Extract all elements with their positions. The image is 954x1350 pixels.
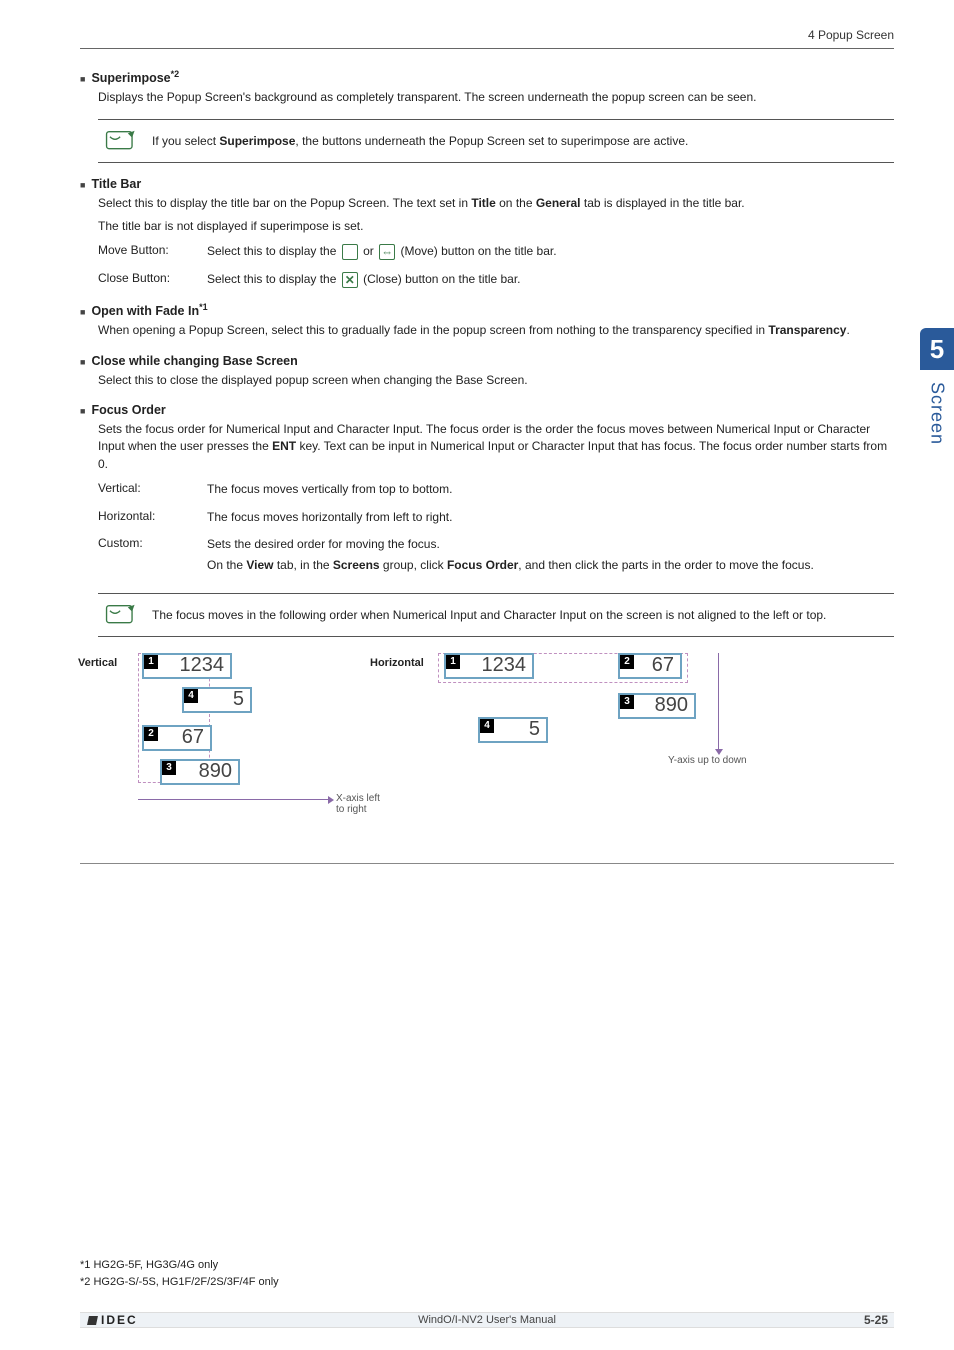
heading-closechange: ■ Close while changing Base Screen: [80, 354, 894, 368]
bullet-icon: ■: [80, 308, 85, 317]
heading-titlebar: ■ Title Bar: [80, 177, 894, 191]
arrow-y: [718, 653, 719, 749]
header-rule: [80, 48, 894, 49]
custom-label: Custom:: [98, 536, 193, 550]
diagram-vertical: Vertical 1234 1 5 4 67 2 890 3 X-axis le…: [130, 653, 390, 833]
footnote-1: *1 HG2G-5F, HG3G/4G only: [80, 1257, 279, 1274]
heading-text: Close while changing Base Screen: [91, 354, 297, 368]
page-number: 5-25: [864, 1313, 888, 1327]
blank-icon: [342, 244, 358, 260]
order-badge: 3: [162, 761, 176, 775]
titlebar-body2: The title bar is not displayed if superi…: [98, 218, 894, 235]
chapter-number: 5: [920, 328, 954, 370]
focusorder-body: Sets the focus order for Numerical Input…: [98, 421, 894, 473]
arrow-x: [138, 799, 328, 800]
heading-fadein: ■ Open with Fade In*1: [80, 302, 894, 318]
order-badge: 1: [446, 655, 460, 669]
order-badge: 3: [620, 695, 634, 709]
heading-text: Open with Fade In: [91, 304, 199, 318]
bullet-icon: ■: [80, 181, 85, 190]
focus-diagram: Vertical 1234 1 5 4 67 2 890 3 X-axis le…: [130, 653, 884, 833]
horizontal-value: The focus moves horizontally from left t…: [207, 509, 894, 526]
order-badge: 2: [144, 727, 158, 741]
close-button-label: Close Button:: [98, 271, 193, 285]
footnote-2: *2 HG2G-S/-5S, HG1F/2F/2S/3F/4F only: [80, 1274, 279, 1291]
order-badge: 2: [620, 655, 634, 669]
heading-text: Focus Order: [91, 403, 165, 417]
row-horizontal: Horizontal: The focus moves horizontally…: [98, 509, 894, 526]
footer: IDEC WindO/I-NV2 User's Manual 5-25: [80, 1312, 894, 1328]
note-icon: [104, 602, 138, 628]
titlebar-body1: Select this to display the title bar on …: [98, 195, 894, 212]
bullet-icon: ■: [80, 75, 85, 84]
footer-title: WindO/I-NV2 User's Manual: [80, 1314, 894, 1326]
order-badge: 1: [144, 655, 158, 669]
heading-focusorder: ■ Focus Order: [80, 403, 894, 417]
heading-text: Superimpose: [91, 71, 170, 85]
note-focusorder: The focus moves in the following order w…: [98, 593, 894, 637]
diagram-horizontal: Horizontal 1234 1 67 2 890 3 5 4 Y-axis …: [438, 653, 778, 813]
bullet-icon: ■: [80, 358, 85, 367]
diagram-rule: [80, 863, 894, 864]
move-button-value: Select this to display the or (Move) but…: [207, 243, 894, 260]
note-icon: [104, 128, 138, 154]
row-close-button: Close Button: Select this to display the…: [98, 271, 894, 288]
horizontal-label: Horizontal:: [98, 509, 193, 523]
footnote-ref: *1: [199, 302, 208, 312]
note-text: If you select Superimpose, the buttons u…: [152, 134, 688, 148]
close-button-value: Select this to display the (Close) butto…: [207, 271, 894, 288]
close-icon: [342, 272, 358, 288]
footnotes: *1 HG2G-5F, HG3G/4G only *2 HG2G-S/-5S, …: [80, 1257, 279, 1290]
superimpose-body: Displays the Popup Screen's background a…: [98, 89, 894, 106]
custom-value: Sets the desired order for moving the fo…: [207, 536, 894, 575]
axis-label-x: X-axis left to right: [336, 793, 390, 815]
vertical-value: The focus moves vertically from top to b…: [207, 481, 894, 498]
breadcrumb: 4 Popup Screen: [80, 28, 894, 42]
order-badge: 4: [184, 689, 198, 703]
chapter-label: Screen: [922, 370, 953, 455]
side-tab: 5 Screen: [920, 328, 954, 455]
row-custom: Custom: Sets the desired order for movin…: [98, 536, 894, 575]
order-badge: 4: [480, 719, 494, 733]
footnote-ref: *2: [171, 69, 180, 79]
fadein-body: When opening a Popup Screen, select this…: [98, 322, 894, 339]
row-vertical: Vertical: The focus moves vertically fro…: [98, 481, 894, 498]
bullet-icon: ■: [80, 407, 85, 416]
vertical-label: Vertical:: [98, 481, 193, 495]
closechange-body: Select this to close the displayed popup…: [98, 372, 894, 389]
note-text: The focus moves in the following order w…: [152, 608, 826, 622]
row-move-button: Move Button: Select this to display the …: [98, 243, 894, 260]
diagram-vertical-title: Vertical: [78, 657, 117, 669]
heading-superimpose: ■ Superimpose*2: [80, 69, 894, 85]
move-button-label: Move Button:: [98, 243, 193, 257]
note-superimpose: If you select Superimpose, the buttons u…: [98, 119, 894, 163]
diagram-horizontal-title: Horizontal: [370, 657, 424, 669]
move-icon: [379, 244, 395, 260]
axis-label-y: Y-axis up to down: [668, 755, 747, 766]
heading-text: Title Bar: [91, 177, 141, 191]
